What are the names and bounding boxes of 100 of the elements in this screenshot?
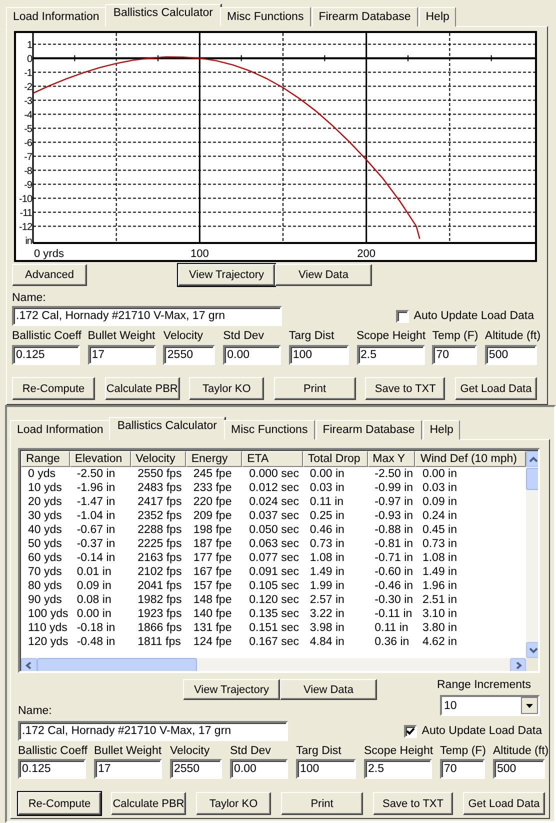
- column-header[interactable]: Elevation: [70, 451, 131, 467]
- action-button[interactable]: Save to TXT: [373, 792, 453, 815]
- view-button[interactable]: View Data: [280, 679, 377, 700]
- table-cell-text: 0.151 sec: [248, 621, 300, 635]
- checkbox[interactable]: [396, 310, 409, 322]
- table-cell-text: 2.51 in: [421, 593, 458, 607]
- input-field[interactable]: 0.125: [18, 759, 86, 779]
- horizontal-scrollbar[interactable]: [21, 658, 526, 671]
- input-field[interactable]: 0.00: [230, 759, 288, 779]
- scroll-down-button[interactable]: [526, 642, 538, 658]
- input-field[interactable]: 17: [94, 759, 162, 779]
- action-button[interactable]: Get Load Data: [454, 377, 537, 400]
- action-button[interactable]: Print: [281, 792, 363, 815]
- input-field[interactable]: 2550: [170, 759, 222, 779]
- advanced-button[interactable]: Advanced: [12, 264, 87, 286]
- chevron-right-icon: [514, 662, 522, 668]
- scroll-right-button[interactable]: [510, 658, 526, 671]
- input-field[interactable]: 500: [484, 345, 537, 365]
- table-cell-text: 120 yds: [27, 635, 70, 649]
- tab[interactable]: Load Information: [6, 7, 106, 27]
- name-field[interactable]: .172 Cal, Hornady #21710 V-Max, 17 grn: [12, 306, 282, 326]
- scroll-left-button[interactable]: [21, 658, 37, 671]
- scrollbar-thumb[interactable]: [526, 468, 538, 490]
- column-header[interactable]: ETA: [242, 451, 303, 467]
- action-button[interactable]: Taylor KO: [196, 792, 271, 815]
- tab[interactable]: Firearm Database: [316, 420, 422, 440]
- action-button[interactable]: Calculate PBR: [104, 377, 180, 400]
- field-label: Scope Height: [364, 745, 432, 758]
- action-button[interactable]: Taylor KO: [189, 377, 264, 400]
- column-header[interactable]: Energy: [186, 451, 242, 467]
- table-cell-text: 3.80 in: [421, 621, 458, 635]
- field-label: Ballistic Coeff: [12, 330, 80, 343]
- caret-down-icon[interactable]: [521, 697, 538, 714]
- input-field[interactable]: 70: [440, 759, 485, 779]
- scrollbar-thumb[interactable]: [37, 658, 197, 671]
- range-increments-dropdown[interactable]: 10: [440, 695, 540, 716]
- column-header[interactable]: Max Y: [368, 451, 416, 467]
- tab[interactable]: Load Information: [10, 420, 110, 440]
- checkbox-label[interactable]: Auto Update Load Data: [414, 310, 534, 322]
- table-cell-text: 2041 fps: [136, 579, 183, 593]
- column-header[interactable]: Wind Def (10 mph): [415, 451, 526, 467]
- table-cell-text: 167 fpe: [192, 565, 233, 579]
- axis-label: -12: [19, 222, 32, 234]
- table-cell-text: 0.00 in: [421, 467, 458, 481]
- checkbox[interactable]: [404, 724, 417, 738]
- table-cell-text: 0.03 in: [308, 481, 346, 495]
- name-field[interactable]: .172 Cal, Hornady #21710 V-Max, 17 grn: [18, 721, 288, 741]
- table-cell-text: 2483 fps: [136, 481, 183, 495]
- input-field[interactable]: 0.125: [12, 345, 80, 365]
- table-cell-text: 2288 fps: [136, 523, 183, 537]
- axis-label: -5: [24, 124, 32, 136]
- table-cell-text: 0.037 sec: [248, 509, 300, 523]
- table-cell-text: -0.99 in: [374, 481, 414, 495]
- table-cell-text: 0.105 sec: [248, 579, 300, 593]
- field-label: Scope Height: [356, 330, 425, 343]
- tab[interactable]: Help: [418, 7, 456, 27]
- tab[interactable]: Ballistics Calculator: [109, 417, 226, 440]
- action-button[interactable]: Re-Compute: [12, 377, 95, 400]
- tab[interactable]: Help: [422, 420, 460, 440]
- action-button[interactable]: Print: [274, 377, 356, 400]
- tab[interactable]: Firearm Database: [312, 7, 418, 27]
- table-cell-text: 0.00 in: [76, 607, 112, 621]
- input-field[interactable]: 100: [296, 759, 356, 779]
- checkbox-label[interactable]: Auto Update Load Data: [422, 724, 542, 738]
- table-cell-text: 0.08 in: [76, 593, 112, 607]
- view-button[interactable]: View Data: [275, 264, 372, 286]
- action-button[interactable]: Save to TXT: [365, 377, 446, 400]
- tab[interactable]: Misc Functions: [220, 7, 311, 27]
- scroll-up-button[interactable]: [526, 451, 538, 467]
- action-button[interactable]: Re-Compute: [18, 792, 101, 815]
- input-field[interactable]: 2550: [163, 345, 216, 365]
- action-button[interactable]: Calculate PBR: [111, 792, 186, 815]
- input-field[interactable]: 2.5: [356, 345, 425, 365]
- table-cell-text: -0.81 in: [374, 537, 414, 551]
- name-label: Name:: [18, 705, 53, 718]
- table-cell-text: 2225 fps: [136, 537, 183, 551]
- column-header[interactable]: Range: [21, 451, 70, 467]
- input-field[interactable]: 0.00: [223, 345, 282, 365]
- column-header[interactable]: Total Drop: [302, 451, 368, 467]
- table-cell-text: 209 fpe: [192, 509, 233, 523]
- input-field[interactable]: 17: [88, 345, 156, 365]
- view-button[interactable]: View Trajectory: [178, 264, 275, 286]
- chevron-down-icon: [528, 646, 538, 654]
- column-header[interactable]: Velocity: [130, 451, 186, 467]
- field-label: Velocity: [163, 330, 204, 343]
- range-increments-label: Range Increments: [437, 679, 532, 692]
- axis-label: -10: [19, 194, 32, 206]
- input-field[interactable]: 2.5: [364, 759, 432, 779]
- vertical-scrollbar[interactable]: [526, 451, 538, 658]
- view-button[interactable]: View Trajectory: [183, 679, 280, 700]
- table-cell-text: 70 yds: [27, 565, 63, 579]
- input-field[interactable]: 100: [288, 345, 349, 365]
- action-button[interactable]: Get Load Data: [463, 792, 545, 815]
- tab[interactable]: Ballistics Calculator: [105, 4, 222, 27]
- axis-label: -9: [24, 180, 32, 192]
- input-field[interactable]: 500: [493, 759, 545, 779]
- table-cell-text: 4.84 in: [308, 635, 346, 649]
- table-cell-text: 1.96 in: [421, 579, 458, 593]
- tab[interactable]: Misc Functions: [224, 420, 315, 440]
- input-field[interactable]: 70: [432, 345, 478, 365]
